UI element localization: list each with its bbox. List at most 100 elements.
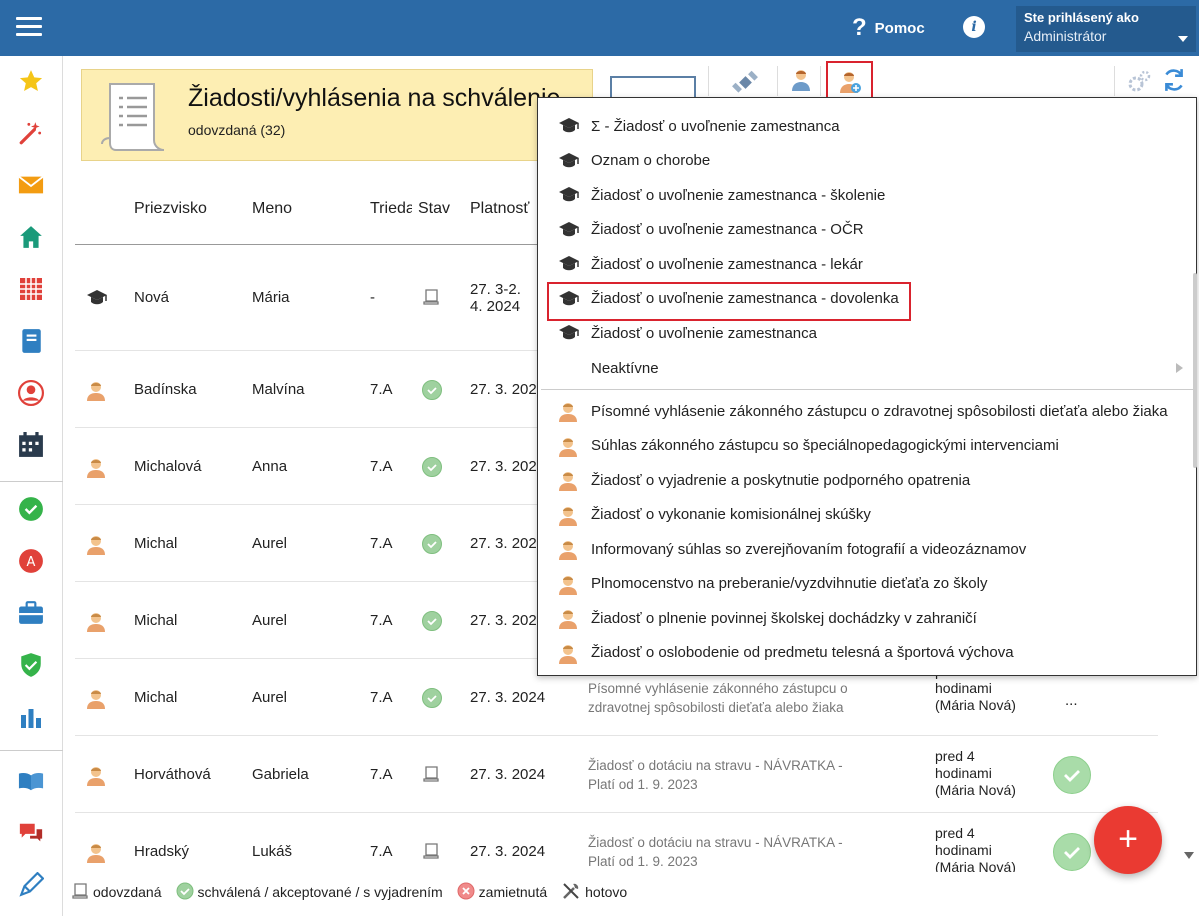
magic-wand-icon[interactable] bbox=[18, 120, 44, 146]
menu-item-parent-form[interactable]: Súhlas zákonného zástupcu so špeciálnope… bbox=[538, 429, 1196, 463]
add-button[interactable]: + bbox=[1094, 806, 1162, 874]
cell-surname: Badínska bbox=[134, 380, 197, 398]
left-sidebar: A bbox=[0, 56, 63, 916]
approved-status-icon bbox=[422, 379, 442, 400]
menu-item-parent-form[interactable]: Informovaný súhlas so zverejňovaním foto… bbox=[538, 532, 1196, 566]
person-icon bbox=[558, 505, 580, 527]
column-header-surname[interactable]: Priezvisko bbox=[134, 200, 207, 218]
person-icon bbox=[558, 643, 580, 665]
notebook-icon[interactable] bbox=[18, 328, 44, 354]
menu-item-label: Žiadosť o vyjadrenie a poskytnutie podpo… bbox=[591, 471, 971, 489]
column-header-status[interactable]: Stav bbox=[418, 200, 450, 218]
svg-text:A: A bbox=[27, 555, 36, 570]
cell-surname: Horváthová bbox=[134, 765, 211, 783]
page-subtitle: odovzdaná (32) bbox=[188, 122, 286, 138]
cell-name: Malvína bbox=[252, 380, 305, 398]
cell-class: 7.A bbox=[370, 457, 393, 475]
graduation-cap-icon bbox=[558, 220, 580, 242]
menu-item-label: Žiadosť o uvoľnenie zamestnanca bbox=[591, 324, 817, 342]
calendar-grid-icon[interactable] bbox=[18, 276, 44, 302]
calendar-clock-icon[interactable] bbox=[18, 432, 44, 458]
column-header-name[interactable]: Meno bbox=[252, 200, 292, 218]
cell-date: 27. 3. 2024 bbox=[470, 688, 546, 706]
menu-item-teacher-form[interactable]: Žiadosť o uvoľnenie zamestnanca bbox=[538, 316, 1196, 350]
chevron-right-icon bbox=[1176, 363, 1183, 373]
menu-item-label: Žiadosť o plnenie povinnej školskej doch… bbox=[591, 609, 977, 627]
info-icon[interactable]: i bbox=[963, 16, 985, 38]
person-icon bbox=[86, 380, 106, 406]
cell-date: 27. 3. 2024 bbox=[470, 765, 546, 783]
graduation-cap-icon bbox=[558, 323, 580, 345]
briefcase-icon[interactable] bbox=[18, 600, 44, 626]
menu-item-label: Oznam o chorobe bbox=[591, 152, 711, 169]
help-button[interactable]: ? Pomoc bbox=[852, 16, 925, 40]
menu-item-teacher-form[interactable]: Σ - Žiadosť o uvoľnenie zamestnanca bbox=[538, 109, 1196, 143]
open-book-icon[interactable] bbox=[18, 768, 44, 794]
question-mark-icon: ? bbox=[852, 14, 867, 41]
menu-item-label: Neaktívne bbox=[591, 359, 659, 377]
menu-item-teacher-form[interactable]: Žiadosť o uvoľnenie zamestnanca - lekár bbox=[538, 247, 1196, 281]
menu-item-parent-form[interactable]: Písomné vyhlásenie zákonného zástupcu o … bbox=[538, 394, 1196, 428]
column-header-validity[interactable]: Platnosť bbox=[470, 200, 529, 218]
user-menu[interactable]: Ste prihlásený ako Administrátor bbox=[1016, 6, 1196, 52]
menu-item-parent-form[interactable]: Žiadosť o vyjadrenie a poskytnutie podpo… bbox=[538, 463, 1196, 497]
person-icon bbox=[86, 534, 106, 560]
cell-modified: pred 4 hodinami (Mária Nová) bbox=[935, 824, 1016, 875]
grade-icon[interactable]: A bbox=[18, 548, 44, 574]
check-circle-icon[interactable] bbox=[18, 496, 44, 522]
more-actions-button[interactable]: ... bbox=[1065, 692, 1078, 709]
hamburger-menu-icon[interactable] bbox=[16, 17, 42, 37]
column-header-class[interactable]: Trieda bbox=[370, 200, 412, 218]
gears-icon[interactable] bbox=[1125, 68, 1153, 96]
menu-item-teacher-form[interactable]: Žiadosť o uvoľnenie zamestnanca - OČR bbox=[538, 213, 1196, 247]
table-row[interactable]: Horváthová Gabriela 7.A 27. 3. 2024 Žiadosť … bbox=[75, 736, 1158, 813]
envelope-icon[interactable] bbox=[18, 172, 44, 198]
chat-bubbles-icon[interactable] bbox=[18, 820, 44, 846]
menu-item-label: Písomné vyhlásenie zákonného zástupcu o … bbox=[591, 402, 1168, 420]
cell-surname: Michal bbox=[134, 611, 178, 629]
graduation-cap-icon bbox=[558, 151, 580, 173]
menu-item-parent-form[interactable]: Žiadosť o oslobodenie od predmetu telesn… bbox=[538, 636, 1196, 670]
approved-status-icon bbox=[422, 687, 442, 708]
menu-item-parent-form[interactable]: Žiadosť o plnenie povinnej školskej doch… bbox=[538, 601, 1196, 635]
refresh-icon[interactable] bbox=[1160, 66, 1188, 94]
user-role: Administrátor bbox=[1024, 28, 1107, 44]
menu-item-teacher-form[interactable]: Žiadosť o uvoľnenie zamestnanca - dovole… bbox=[538, 282, 1196, 316]
menu-item-teacher-form[interactable]: Žiadosť o uvoľnenie zamestnanca - školen… bbox=[538, 178, 1196, 212]
approve-button[interactable] bbox=[1053, 755, 1091, 794]
person-group-icon[interactable] bbox=[787, 66, 815, 94]
menu-scrollbar[interactable] bbox=[1193, 273, 1197, 468]
shield-check-icon[interactable] bbox=[18, 652, 44, 678]
submitted-status-icon bbox=[422, 842, 440, 864]
cell-surname: Michal bbox=[134, 534, 178, 552]
bar-chart-icon[interactable] bbox=[18, 704, 44, 730]
menu-item-inactive-submenu[interactable]: Neaktívne bbox=[538, 351, 1196, 385]
person-add-icon[interactable] bbox=[836, 68, 864, 96]
cell-surname: Hradský bbox=[134, 842, 190, 860]
person-icon bbox=[86, 611, 106, 637]
submitted-icon bbox=[71, 882, 89, 903]
star-icon[interactable] bbox=[18, 68, 44, 94]
cell-date: 27. 3. 2024 bbox=[470, 380, 546, 398]
cell-surname: Nová bbox=[134, 289, 170, 306]
menu-item-label: Súhlas zákonného zástupcu so špeciálnope… bbox=[591, 437, 1059, 454]
person-icon bbox=[558, 436, 580, 458]
pen-tool-icon[interactable] bbox=[18, 872, 44, 898]
menu-item-teacher-form[interactable]: Oznam o chorobe bbox=[538, 144, 1196, 178]
menu-item-parent-form[interactable]: Žiadosť o vykonanie komisionálnej skúšky bbox=[538, 498, 1196, 532]
legend-rejected: zamietnutá bbox=[478, 884, 548, 900]
person-icon bbox=[558, 608, 580, 630]
satellite-icon[interactable] bbox=[732, 68, 760, 96]
approve-button[interactable] bbox=[1053, 832, 1091, 871]
cell-name: Aurel bbox=[252, 688, 288, 706]
menu-item-parent-form[interactable]: Plnomocenstvo na preberanie/vyzdvihnutie… bbox=[538, 567, 1196, 601]
legend-submitted: odovzdaná bbox=[93, 884, 162, 900]
menu-item-label: Plnomocenstvo na preberanie/vyzdvihnutie… bbox=[591, 575, 988, 592]
graduation-cap-icon bbox=[558, 185, 580, 207]
cell-class: - bbox=[370, 289, 375, 306]
cell-date: 27. 3. 2024 bbox=[470, 842, 546, 860]
user-circle-icon[interactable] bbox=[18, 380, 44, 406]
home-icon[interactable] bbox=[18, 224, 44, 250]
legend-approved: schválená / akceptované / s vyjadrením bbox=[197, 884, 443, 900]
scroll-down-arrow-icon[interactable] bbox=[1184, 852, 1194, 859]
